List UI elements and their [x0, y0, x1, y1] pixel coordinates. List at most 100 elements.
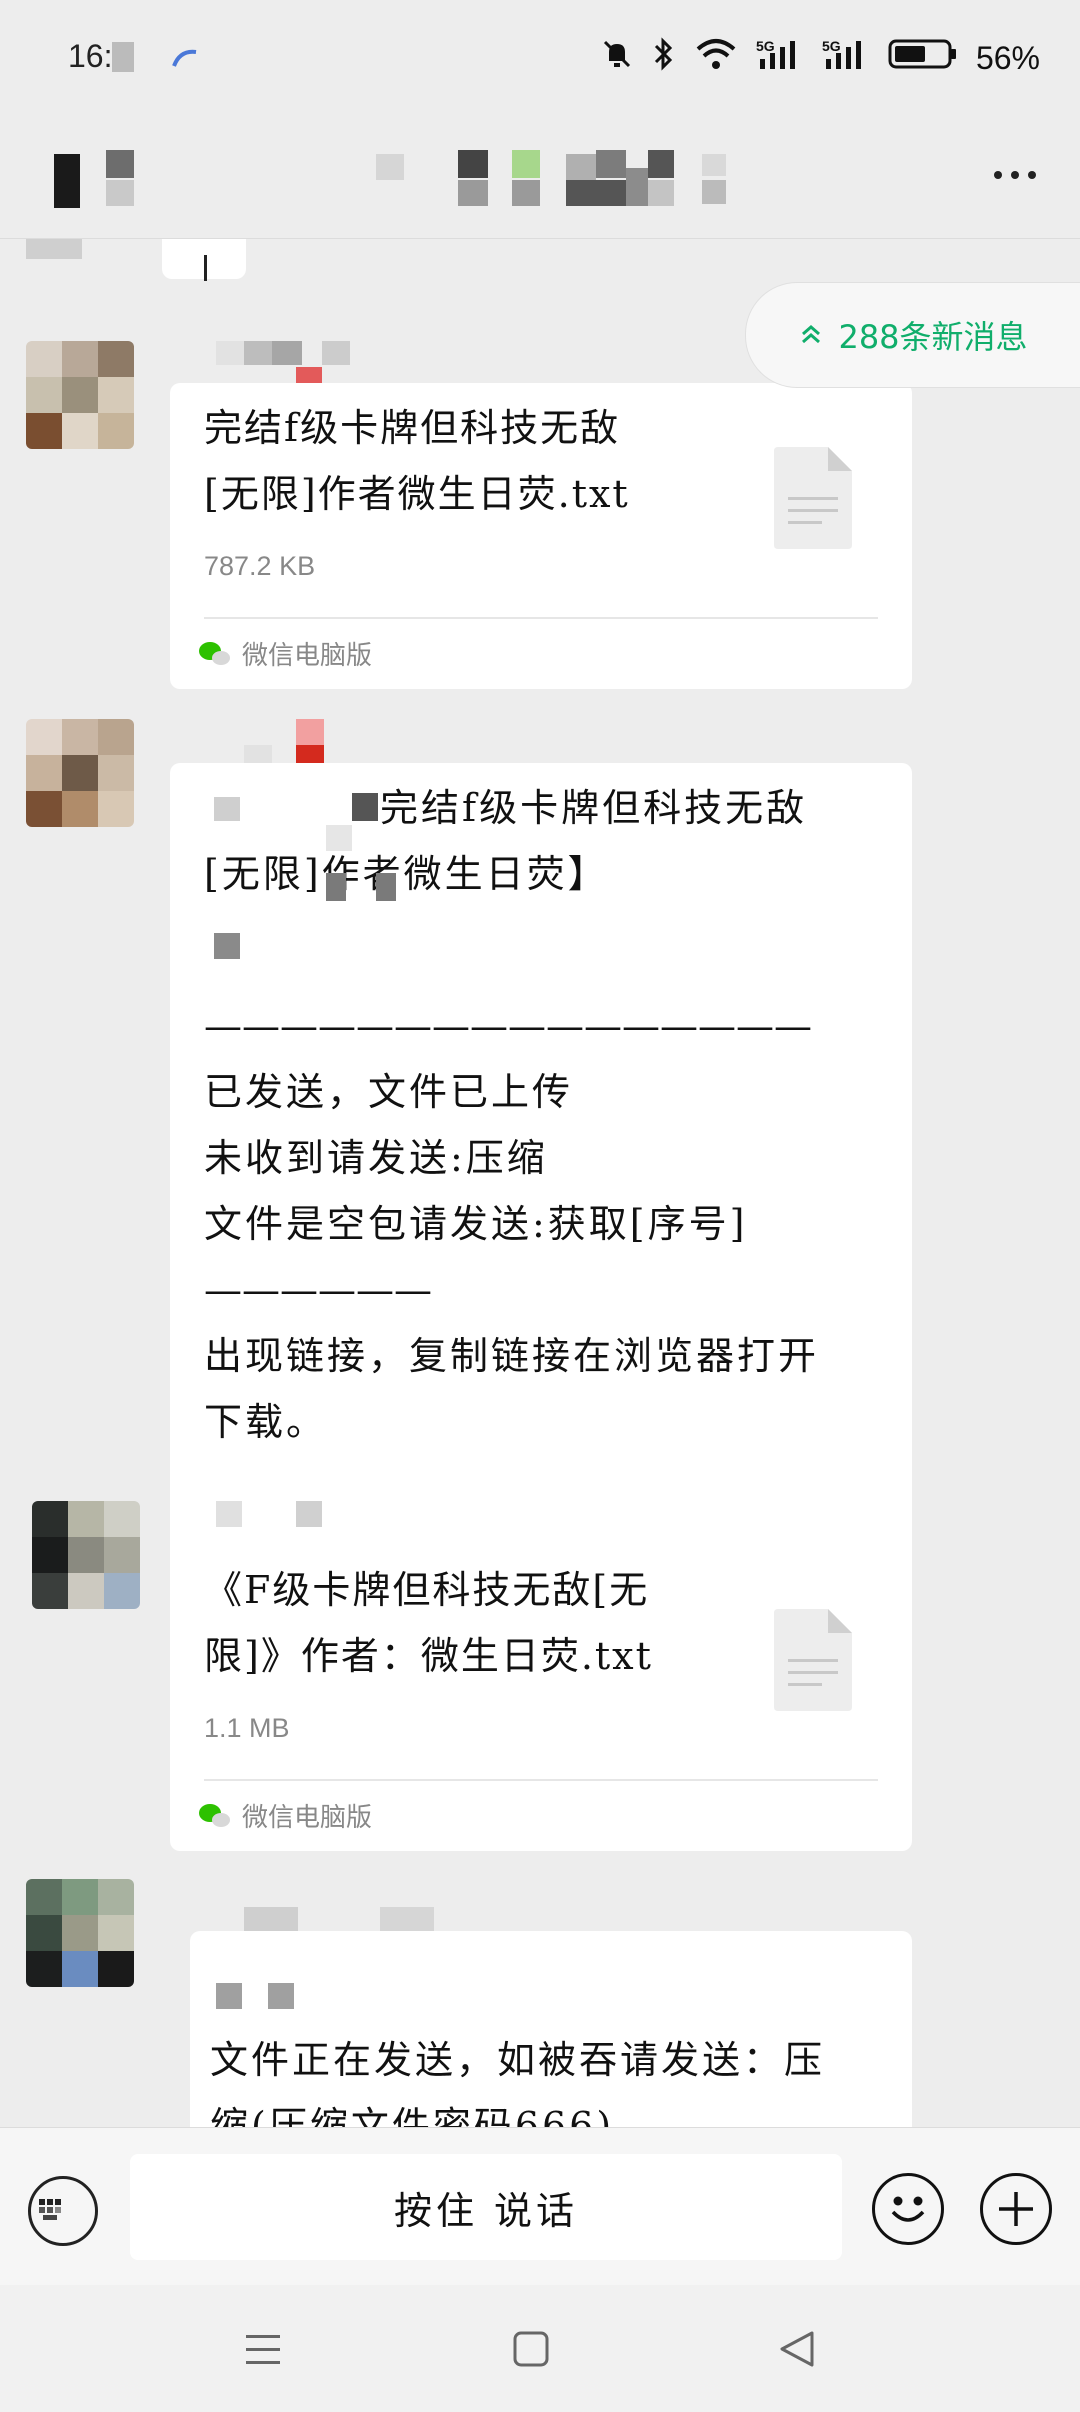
- redacted-block: [458, 150, 488, 178]
- redacted-block: [648, 150, 674, 178]
- redacted-block: [626, 168, 648, 206]
- redacted-block: [702, 154, 726, 176]
- signal-5g-icon: 5G: [756, 37, 804, 79]
- redacted-block: [216, 341, 244, 365]
- divider: [204, 617, 878, 619]
- redacted-block: [326, 873, 346, 901]
- redacted-block: [380, 1907, 434, 1931]
- message-line: 文件正在发送，如被吞请发送：压: [210, 2038, 826, 2082]
- document-icon: [774, 1609, 852, 1711]
- message-line: 缩(压缩文件密码666): [210, 2104, 615, 2127]
- divider: [204, 1779, 878, 1781]
- redacted-block: [106, 180, 134, 206]
- message-source-label: 微信电脑版: [242, 1803, 373, 1833]
- bluetooth-icon: [652, 36, 676, 80]
- redacted-block: [566, 180, 626, 206]
- more-button[interactable]: [980, 150, 1050, 200]
- redacted-block: [214, 797, 240, 821]
- menu-icon[interactable]: [244, 2329, 282, 2369]
- more-dot: [994, 171, 1002, 179]
- app-notification-icon: [170, 46, 200, 72]
- hold-to-talk-button[interactable]: 按住 说话: [130, 2154, 842, 2260]
- emoji-icon[interactable]: [872, 2173, 944, 2245]
- file-size: 1.1 MB: [204, 1713, 290, 1743]
- redacted-block: [458, 180, 488, 206]
- status-bar: 16:5 5G 5G 56%: [0, 0, 1080, 120]
- redacted-block: [244, 1907, 298, 1931]
- redacted-block: [702, 180, 726, 204]
- svg-text:5G: 5G: [822, 38, 841, 54]
- message-line: 未收到请发送:压缩: [204, 1136, 548, 1180]
- mute-icon: [600, 37, 634, 79]
- wifi-icon: [694, 37, 738, 79]
- home-icon[interactable]: [512, 2329, 550, 2369]
- message-line: [无限]作者微生日荧】: [204, 852, 609, 896]
- redacted-block: [596, 150, 626, 178]
- file-name-line2: [无限]作者微生日荧.txt: [204, 472, 630, 516]
- avatar[interactable]: [26, 341, 134, 449]
- file-name-line1: 完结f级卡牌但科技无敌: [204, 406, 621, 450]
- redacted-block: [272, 341, 302, 365]
- redacted-block: [214, 933, 240, 959]
- redacted-block: [376, 154, 404, 180]
- redacted-block: [512, 180, 540, 206]
- message-line: ————————————————: [204, 1004, 812, 1048]
- message-line: 完结f级卡牌但科技无敌: [380, 786, 808, 830]
- redacted-block: [54, 154, 80, 208]
- redacted-block: [296, 1501, 322, 1527]
- status-time-redacted: [112, 42, 134, 72]
- file-message[interactable]: 完结f级卡牌但科技无敌 [无限]作者微生日荧.txt 787.2 KB 微信电脑…: [170, 383, 912, 689]
- redacted-block: [106, 150, 134, 178]
- redacted-block: [268, 1983, 294, 2009]
- battery-percent: 56%: [975, 39, 1040, 76]
- status-icons: 5G 5G 56%: [600, 36, 1040, 80]
- wechat-icon: [199, 641, 230, 665]
- message-source-label: 微信电脑版: [242, 641, 373, 671]
- message-source: 微信电脑版: [198, 1797, 372, 1834]
- svg-text:5G: 5G: [756, 38, 775, 54]
- message-bubble[interactable]: [162, 239, 246, 281]
- chat-messages[interactable]: 完结f级卡牌但科技无敌 [无限]作者微生日荧.txt 787.2 KB 微信电脑…: [0, 239, 1080, 2127]
- redacted-block: [216, 1983, 242, 2009]
- redacted-block: [376, 873, 396, 901]
- battery-icon: [888, 37, 958, 79]
- new-messages-button[interactable]: 288条新消息: [745, 282, 1080, 388]
- redacted-block: [648, 180, 674, 206]
- avatar[interactable]: [26, 719, 134, 827]
- redacted-block: [216, 1501, 242, 1527]
- redacted-block: [322, 341, 350, 365]
- back-icon[interactable]: [778, 2329, 816, 2369]
- message-line: 文件是空包请发送:获取[序号]: [204, 1202, 748, 1246]
- redacted-block: [26, 239, 82, 259]
- double-chevron-up-icon: [802, 325, 821, 344]
- file-size: 787.2 KB: [204, 551, 316, 581]
- redacted-block: [512, 150, 540, 178]
- plus-icon[interactable]: [980, 2173, 1052, 2245]
- message-line: 已发送，文件已上传: [204, 1070, 574, 1114]
- avatar[interactable]: [26, 1879, 134, 1987]
- redacted-block: [296, 719, 324, 745]
- message-line: ——————: [204, 1268, 432, 1312]
- chat-header: [0, 120, 1080, 239]
- avatar[interactable]: [32, 1501, 140, 1609]
- redacted-block: [352, 793, 378, 821]
- system-nav-bar: [0, 2285, 1080, 2412]
- message-line: 出现链接，复制链接在浏览器打开: [204, 1334, 820, 1378]
- more-dot: [1028, 171, 1036, 179]
- more-dot: [1011, 171, 1019, 179]
- wechat-icon: [199, 1803, 230, 1827]
- message-line: 下载。: [204, 1400, 328, 1444]
- new-messages-label: 288条新消息: [838, 318, 1028, 356]
- text-fragment: [204, 255, 207, 281]
- file-name-line2: 限]》作者：微生日荧.txt: [204, 1634, 653, 1678]
- redacted-block: [566, 154, 596, 180]
- file-message[interactable]: 《F级卡牌但科技无敌[无 限]》作者：微生日荧.txt 1.1 MB 微信电脑版: [170, 1545, 912, 1851]
- document-icon: [774, 447, 852, 549]
- signal-5g-icon: 5G: [822, 37, 870, 79]
- text-message[interactable]: 文件正在发送，如被吞请发送：压 缩(压缩文件密码666): [190, 1931, 912, 2127]
- redacted-block: [244, 341, 272, 365]
- message-source: 微信电脑版: [198, 635, 372, 672]
- voice-keyboard-icon[interactable]: [28, 2176, 98, 2246]
- file-name-line1: 《F级卡牌但科技无敌[无: [204, 1568, 650, 1612]
- input-bar: 按住 说话: [0, 2127, 1080, 2286]
